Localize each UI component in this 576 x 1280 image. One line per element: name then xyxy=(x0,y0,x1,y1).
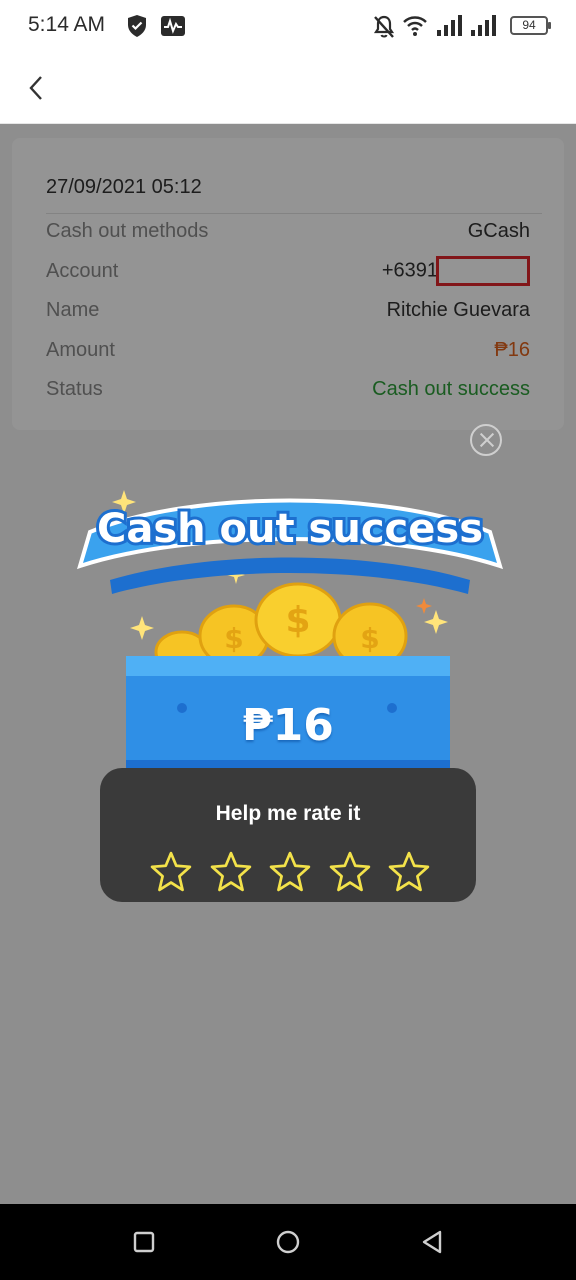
cashout-amount: ₱16 xyxy=(242,700,334,751)
svg-text:$: $ xyxy=(285,600,310,641)
system-nav-bar xyxy=(0,1204,576,1280)
star-5-icon[interactable] xyxy=(388,850,430,892)
signal-icon xyxy=(471,15,496,36)
sparkle-icon xyxy=(416,598,432,614)
wifi-icon xyxy=(403,16,427,36)
activity-icon xyxy=(161,16,185,36)
shield-check-icon xyxy=(128,15,146,37)
status-bar: 5:14 AM 94 xyxy=(0,0,576,54)
banner-title-text: Cash out success xyxy=(97,506,483,552)
rating-panel: Help me rate it xyxy=(100,768,476,902)
svg-text:$: $ xyxy=(224,622,243,655)
app-header xyxy=(0,54,576,124)
battery-icon: 94 xyxy=(510,16,551,35)
svg-text:$: $ xyxy=(360,622,379,655)
square-icon[interactable] xyxy=(130,1228,158,1256)
sparkle-icon xyxy=(424,610,448,634)
close-popup-button[interactable] xyxy=(470,424,502,456)
signal-icon xyxy=(437,15,462,36)
banner-title: Cash out success xyxy=(94,503,486,555)
circle-icon[interactable] xyxy=(274,1228,302,1256)
rating-title: Help me rate it xyxy=(215,802,361,825)
star-3-icon[interactable] xyxy=(269,850,311,892)
bell-off-icon xyxy=(373,15,395,38)
star-2-icon[interactable] xyxy=(210,850,252,892)
triangle-back-icon[interactable] xyxy=(418,1228,446,1256)
star-4-icon[interactable] xyxy=(329,850,371,892)
chevron-left-icon xyxy=(29,76,42,100)
sparkle-icon xyxy=(130,616,154,640)
star-1-icon[interactable] xyxy=(150,850,192,892)
back-button[interactable] xyxy=(16,68,56,108)
status-time: 5:14 AM xyxy=(28,13,106,36)
rating-stars xyxy=(150,850,430,892)
